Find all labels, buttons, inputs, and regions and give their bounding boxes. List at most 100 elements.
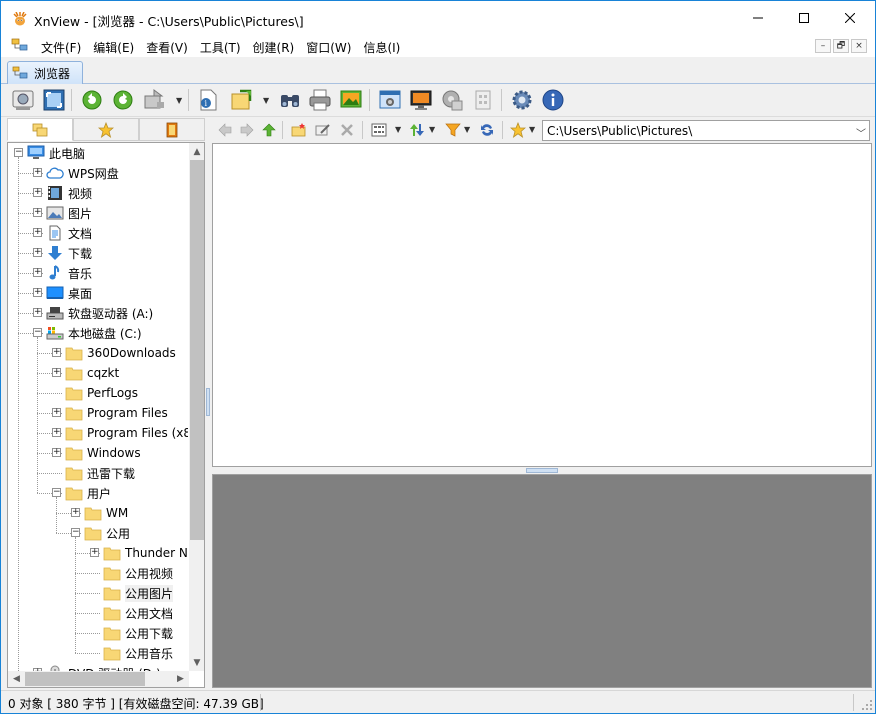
folder-tree[interactable]: − 此电脑 + WPS网盘 + 视频 + 图片 + 文档 + 下载 + 音乐 + 桌面 + 软盘驱动器 (A:) −… (8, 143, 188, 671)
back-button[interactable] (215, 120, 235, 140)
horizontal-splitter[interactable] (212, 467, 872, 474)
mdi-restore-button[interactable]: 🗗 (833, 39, 849, 53)
tree-item-公用视频[interactable]: 公用视频 (103, 563, 173, 583)
forward-button[interactable] (237, 120, 257, 140)
view-mode-dropdown-icon[interactable]: ▼ (395, 125, 403, 134)
tab-categories[interactable] (139, 118, 205, 141)
expand-icon[interactable]: + (33, 248, 42, 257)
tree-item-perflogs[interactable]: PerfLogs (65, 383, 138, 403)
tree-item-dvd-驱动器-d[interactable]: DVD 驱动器 (D:) (46, 663, 161, 671)
find-button[interactable] (277, 87, 303, 113)
expand-icon[interactable]: + (33, 288, 42, 297)
menu-info[interactable]: 信息(I) (357, 38, 406, 57)
tab-browser[interactable]: 浏览器 (7, 61, 83, 84)
tree-item-公用音乐[interactable]: 公用音乐 (103, 643, 173, 663)
expand-icon[interactable]: + (33, 188, 42, 197)
tab-folders[interactable] (7, 118, 73, 141)
tree-item-cqzkt[interactable]: cqzkt (65, 363, 119, 383)
scroll-down-icon[interactable]: ▼ (189, 654, 204, 671)
favorites-dropdown-icon[interactable]: ▼ (529, 125, 537, 134)
refresh-button[interactable] (477, 120, 497, 140)
expand-icon[interactable]: + (33, 208, 42, 217)
expand-icon[interactable]: + (33, 228, 42, 237)
parent-folder-button[interactable] (259, 120, 279, 140)
menu-tools[interactable]: 工具(T) (194, 38, 247, 57)
tree-item-桌面[interactable]: 桌面 (46, 283, 92, 303)
tree-vertical-scrollbar[interactable]: ▲ ▼ (189, 143, 204, 671)
tree-item-图片[interactable]: 图片 (46, 203, 92, 223)
tree-item-音乐[interactable]: 音乐 (46, 263, 92, 283)
scroll-right-icon[interactable]: ▶ (172, 671, 189, 687)
expand-icon[interactable]: + (52, 348, 61, 357)
expand-icon[interactable]: + (52, 368, 61, 377)
maximize-button[interactable] (781, 1, 827, 35)
tree-item-软盘驱动器-a[interactable]: 软盘驱动器 (A:) (46, 303, 153, 323)
tree-horizontal-scrollbar[interactable]: ◀ ▶ (8, 671, 189, 687)
tree-item-wps网盘[interactable]: WPS网盘 (46, 163, 119, 183)
resize-grip-icon[interactable] (861, 699, 873, 711)
view-image-button[interactable] (10, 87, 36, 113)
collapse-icon[interactable]: − (71, 528, 80, 537)
tree-item-文档[interactable]: 文档 (46, 223, 92, 243)
mdi-close-button[interactable]: × (851, 39, 867, 53)
expand-icon[interactable]: + (52, 428, 61, 437)
splitter-grip-icon[interactable] (526, 468, 558, 473)
menu-create[interactable]: 创建(R) (247, 38, 301, 57)
sort-dropdown-icon[interactable]: ▼ (429, 125, 437, 134)
menu-view[interactable]: 查看(V) (140, 38, 194, 57)
filter-button[interactable] (443, 120, 463, 140)
export-dropdown-icon[interactable]: ▼ (263, 96, 271, 105)
tree-item-thunder-network[interactable]: Thunder Network (103, 543, 188, 563)
tree-item-公用图片[interactable]: 公用图片 (103, 583, 174, 603)
tree-item-program-files[interactable]: Program Files (65, 403, 168, 423)
expand-icon[interactable]: + (52, 448, 61, 457)
file-list-view[interactable] (212, 143, 872, 467)
slideshow-button[interactable] (338, 87, 364, 113)
tree-item-公用文档[interactable]: 公用文档 (103, 603, 173, 623)
menu-file[interactable]: 文件(F) (35, 38, 87, 57)
tree-item-视频[interactable]: 视频 (46, 183, 92, 203)
collapse-icon[interactable]: − (14, 148, 23, 157)
tree-item-此电脑[interactable]: 此电脑 (27, 143, 85, 163)
expand-icon[interactable]: + (52, 408, 61, 417)
close-button[interactable] (827, 1, 873, 35)
sort-button[interactable] (407, 120, 427, 140)
minimize-button[interactable] (735, 1, 781, 35)
expand-icon[interactable]: + (33, 268, 42, 277)
screen-capture-button[interactable] (377, 87, 403, 113)
set-wallpaper-button[interactable] (408, 87, 434, 113)
chevron-down-icon[interactable]: ﹀ (856, 125, 866, 140)
acquire-dropdown-icon[interactable]: ▼ (176, 96, 184, 105)
tree-item-公用[interactable]: 公用 (84, 523, 130, 543)
expand-icon[interactable]: + (71, 508, 80, 517)
path-combobox[interactable]: C:\Users\Public\Pictures\ ﹀ (542, 120, 870, 141)
menu-edit[interactable]: 编辑(E) (87, 38, 140, 57)
tree-item-windows[interactable]: Windows (65, 443, 141, 463)
menu-window[interactable]: 窗口(W) (300, 38, 357, 57)
fullscreen-button[interactable] (41, 87, 67, 113)
batch-button[interactable] (470, 87, 496, 113)
collapse-icon[interactable]: − (52, 488, 61, 497)
file-properties-button[interactable]: i (195, 87, 221, 113)
mdi-minimize-button[interactable]: – (815, 39, 831, 53)
scroll-thumb[interactable] (25, 672, 145, 686)
tree-item-用户[interactable]: 用户 (65, 483, 111, 503)
settings-button[interactable] (509, 87, 535, 113)
expand-icon[interactable]: + (33, 168, 42, 177)
vertical-splitter[interactable] (205, 142, 211, 688)
expand-icon[interactable]: + (33, 308, 42, 317)
scroll-up-icon[interactable]: ▲ (189, 143, 204, 160)
tree-item-本地磁盘-c[interactable]: 本地磁盘 (C:) (46, 323, 142, 343)
info-button[interactable] (540, 87, 566, 113)
tree-item-迅雷下载[interactable]: 迅雷下载 (65, 463, 135, 483)
rotate-left-button[interactable] (79, 87, 105, 113)
tree-item-wm[interactable]: WM (84, 503, 128, 523)
splitter-grip-icon[interactable] (206, 388, 210, 416)
favorites-button[interactable] (508, 120, 528, 140)
collapse-icon[interactable]: − (33, 328, 42, 337)
scroll-left-icon[interactable]: ◀ (8, 671, 25, 687)
delete-button[interactable] (337, 120, 357, 140)
tree-item-公用下载[interactable]: 公用下载 (103, 623, 173, 643)
tree-item-program-files-x86[interactable]: Program Files (x86) (65, 423, 188, 443)
view-mode-button[interactable] (369, 120, 389, 140)
